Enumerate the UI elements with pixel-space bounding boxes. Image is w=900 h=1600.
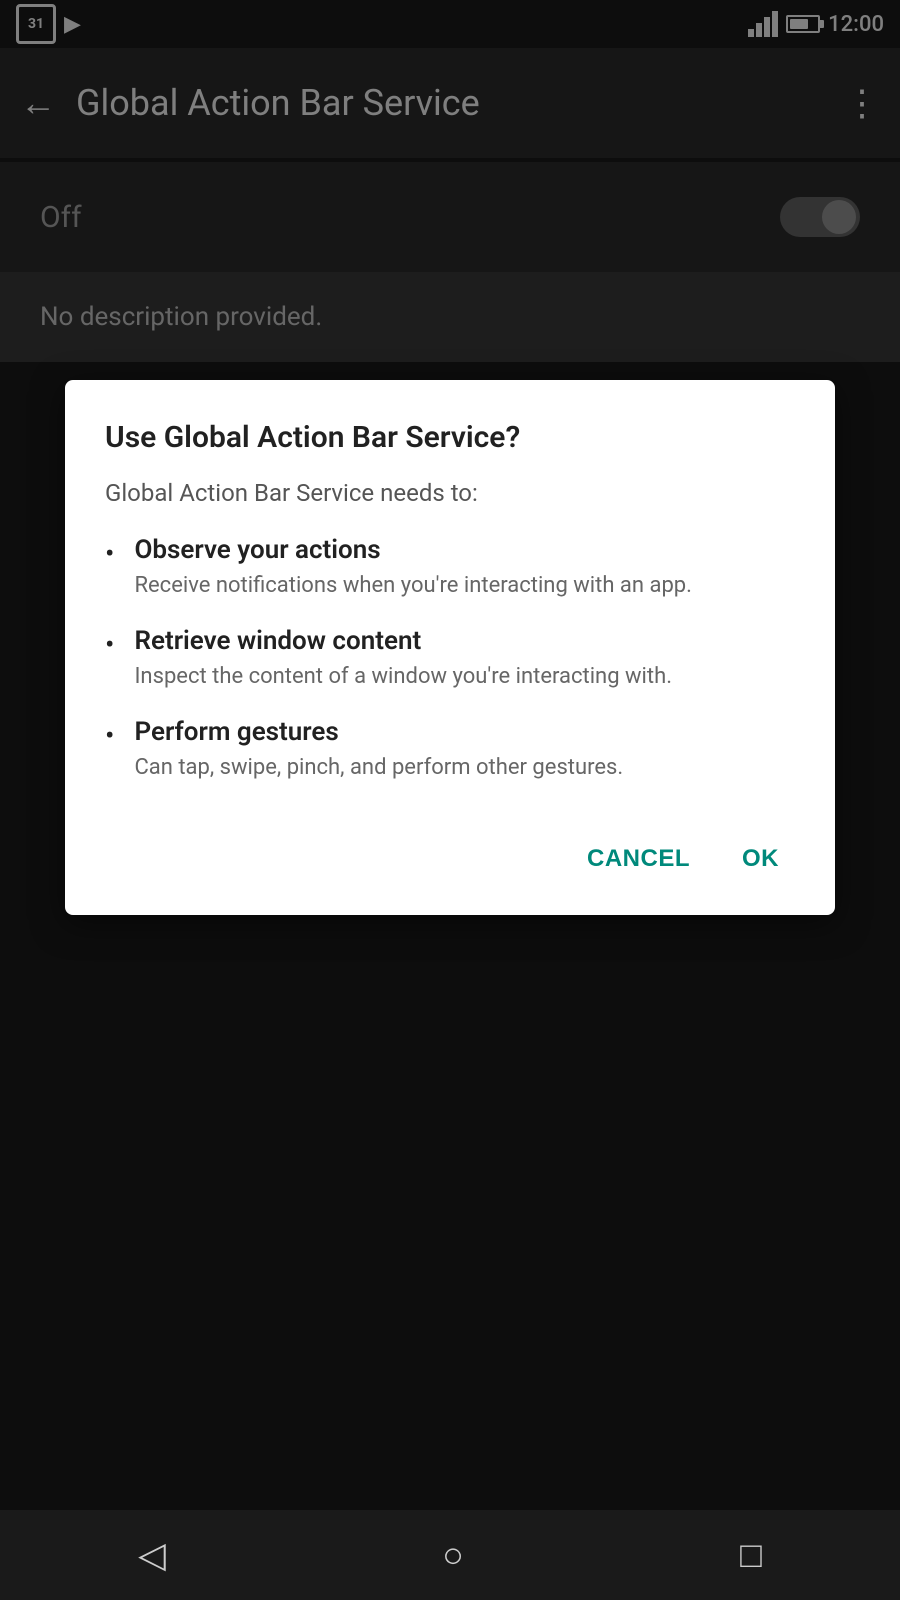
permission-desc-retrieve: Inspect the content of a window you're i…: [134, 662, 672, 693]
permission-desc-observe: Receive notifications when you're intera…: [134, 571, 692, 602]
nav-home-button[interactable]: ○: [442, 1534, 464, 1576]
permission-item-gestures: • Perform gestures Can tap, swipe, pinch…: [105, 717, 795, 784]
permission-content-observe: Observe your actions Receive notificatio…: [134, 535, 692, 602]
permission-title-observe: Observe your actions: [134, 535, 692, 565]
bullet-retrieve: •: [105, 628, 114, 661]
permission-item-observe: • Observe your actions Receive notificat…: [105, 535, 795, 602]
dialog-actions: CANCEL OK: [105, 823, 795, 885]
nav-recents-button[interactable]: □: [740, 1534, 762, 1576]
permission-content-retrieve: Retrieve window content Inspect the cont…: [134, 626, 672, 693]
nav-back-button[interactable]: ◁: [138, 1534, 166, 1576]
dialog-subtitle: Global Action Bar Service needs to:: [105, 479, 795, 507]
permission-content-gestures: Perform gestures Can tap, swipe, pinch, …: [134, 717, 623, 784]
permission-desc-gestures: Can tap, swipe, pinch, and perform other…: [134, 753, 623, 784]
permission-list: • Observe your actions Receive notificat…: [105, 535, 795, 783]
permission-title-retrieve: Retrieve window content: [134, 626, 672, 656]
permission-item-retrieve: • Retrieve window content Inspect the co…: [105, 626, 795, 693]
bullet-gestures: •: [105, 719, 114, 752]
dialog-title: Use Global Action Bar Service?: [105, 420, 795, 455]
permission-title-gestures: Perform gestures: [134, 717, 623, 747]
cancel-button[interactable]: CANCEL: [571, 833, 706, 885]
bullet-observe: •: [105, 537, 114, 570]
ok-button[interactable]: OK: [726, 833, 795, 885]
permission-dialog: Use Global Action Bar Service? Global Ac…: [65, 380, 835, 915]
nav-bar: ◁ ○ □: [0, 1510, 900, 1600]
